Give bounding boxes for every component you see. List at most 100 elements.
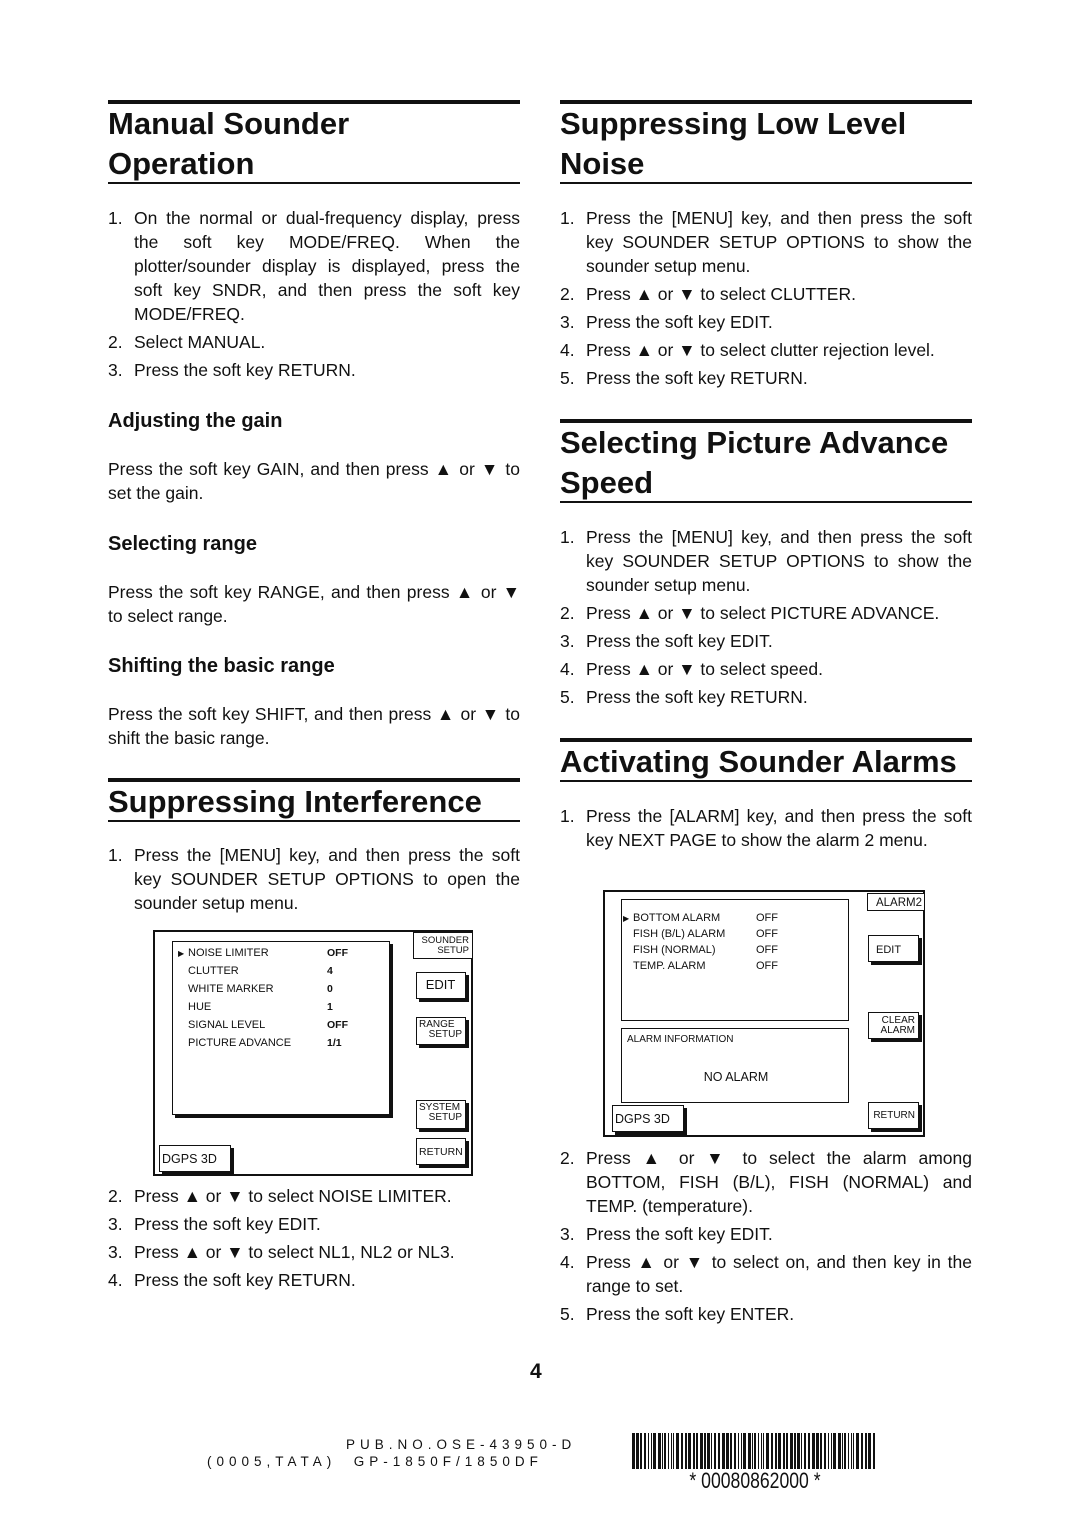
step-text: Press the soft key EDIT. [586, 631, 773, 651]
menu-item-value: 1/1 [327, 1037, 342, 1049]
step-text: Press the [MENU] key, and then press the… [586, 208, 972, 276]
step-text: Select MANUAL. [134, 332, 266, 352]
shift-text: Press the soft key SHIFT, and then press… [108, 704, 520, 748]
step-item: 2. Press ▲ or ▼ to select PICTURE ADVANCE… [560, 601, 972, 625]
return-soft-key[interactable]: RETURN [416, 1138, 466, 1165]
step-number: 3. [108, 1214, 123, 1234]
system-setup-soft-key[interactable]: SYSTEM SETUP [416, 1100, 466, 1129]
barcode-bar [671, 1433, 672, 1469]
barcode-bar [873, 1433, 875, 1469]
barcode-bar [688, 1433, 691, 1469]
menu-item-label[interactable]: CLUTTER [188, 965, 239, 978]
step-item: 2. Press ▲ or ▼ to select NOISE LIMITER. [108, 1184, 520, 1208]
barcode-bar [704, 1433, 706, 1469]
interference-steps-continued: 2. Press ▲ or ▼ to select NOISE LIMITER. 3… [108, 1184, 520, 1296]
barcode-bar [658, 1433, 661, 1469]
barcode-bar [734, 1433, 736, 1469]
barcode-bar [804, 1433, 806, 1469]
step-item: 1. Press the [ALARM] key, and then press … [560, 804, 972, 852]
step-item: 2. Press ▲ or ▼ to select CLUTTER. [560, 282, 972, 306]
barcode-bar [668, 1433, 669, 1469]
edit-soft-key[interactable]: EDIT [416, 972, 466, 999]
range-setup-soft-key[interactable]: RANGE SETUP [416, 1017, 466, 1045]
barcode-bar [752, 1433, 753, 1469]
menu-item-label[interactable]: FISH (NORMAL) [633, 944, 716, 957]
sounder-setup-screen: ▶ NOISE LIMITER OFF CLUTTER 4 WHITE MARKER 0 HU… [153, 930, 473, 1176]
step-text: On the normal or dual-frequency display,… [134, 208, 520, 324]
label-line: ALARM [880, 1025, 915, 1036]
barcode-bar [775, 1433, 777, 1469]
label-line: SETUP [428, 1112, 462, 1123]
barcode-bar [842, 1433, 843, 1469]
barcode-bar [700, 1433, 703, 1469]
manual-steps: 1. On the normal or dual-frequency displa… [108, 206, 520, 386]
barcode-bar [812, 1433, 815, 1469]
menu-item-label[interactable]: NOISE LIMITER [188, 947, 269, 960]
menu-item-value: OFF [756, 912, 778, 924]
step-number: 4. [560, 659, 575, 679]
menu-item-label[interactable]: SIGNAL LEVEL [188, 1019, 265, 1032]
step-text: Press ▲ or ▼ to select NOISE LIMITER. [134, 1186, 452, 1206]
barcode-bar [816, 1433, 819, 1469]
barcode-bar [771, 1433, 773, 1469]
barcode-bar [741, 1433, 742, 1469]
edit-soft-key[interactable]: EDIT [868, 935, 919, 962]
barcode-bar [758, 1433, 759, 1469]
step-text: Press the soft key RETURN. [134, 1270, 356, 1290]
menu-item-label[interactable]: PICTURE ADVANCE [188, 1037, 291, 1050]
barcode-bar [632, 1433, 635, 1469]
step-number: 3. [108, 360, 123, 380]
barcode-bar [664, 1433, 666, 1469]
step-item: 5. Press the soft key RETURN. [560, 366, 972, 390]
gain-text: Press the soft key GAIN, and then press … [108, 459, 520, 503]
interference-steps: 1. Press the [MENU] key, and then press t… [108, 843, 520, 919]
return-soft-key[interactable]: RETURN [868, 1102, 919, 1129]
clear-alarm-soft-key[interactable]: CLEAR ALARM [868, 1012, 919, 1039]
menu-item-value: 4 [327, 965, 333, 977]
step-number: 4. [560, 1252, 575, 1272]
menu-item-label[interactable]: BOTTOM ALARM [633, 912, 720, 925]
step-item: 3. Press ▲ or ▼ to select NL1, NL2 or NL3… [108, 1240, 520, 1264]
barcode-bar [676, 1433, 679, 1469]
barcode-bar [738, 1433, 739, 1469]
barcode-bar [722, 1433, 725, 1469]
step-number: 1. [108, 208, 123, 228]
step-number: 2. [560, 603, 575, 623]
menu-item-label[interactable]: FISH (B/L) ALARM [633, 928, 725, 941]
step-item: 3. Press the soft key EDIT. [560, 310, 972, 334]
menu-item-value: OFF [756, 960, 778, 972]
heading-line: Noise [560, 146, 645, 181]
step-number: 2. [560, 1148, 575, 1168]
step-text: Press the [ALARM] key, and then press th… [586, 806, 972, 850]
menu-item-label[interactable]: HUE [188, 1001, 211, 1014]
step-text: Press the soft key RETURN. [586, 687, 808, 707]
menu-item-label[interactable]: WHITE MARKER [188, 983, 274, 996]
step-text: Press the soft key RETURN. [134, 360, 356, 380]
step-text: Press ▲ or ▼ to select on, and then key … [586, 1252, 972, 1296]
menu-item-label[interactable]: TEMP. ALARM [633, 960, 706, 973]
barcode-bar [801, 1433, 802, 1469]
step-item: 2. Press ▲ or ▼ to select the alarm among… [560, 1146, 972, 1218]
barcode-bar [743, 1433, 746, 1469]
step-number: 5. [560, 368, 575, 388]
step-item: 4. Press ▲ or ▼ to select speed. [560, 657, 972, 681]
barcode-bar [820, 1433, 822, 1469]
low-noise-steps: 1. Press the [MENU] key, and then press t… [560, 206, 972, 394]
step-text: Press the soft key EDIT. [586, 312, 773, 332]
alarm2-title: ALARM2 [867, 893, 925, 911]
heading-suppressing-low-level-noise: Suppressing Low Level Noise [560, 100, 972, 184]
menu-item-value: OFF [327, 947, 348, 959]
barcode-bar [831, 1433, 832, 1469]
step-number: 5. [560, 687, 575, 707]
heading-manual-sounder-operation: Manual Sounder Operation [108, 100, 520, 184]
alarm2-screen: ▶ BOTTOM ALARM OFF FISH (B/L) ALARM OFF FISH … [603, 890, 925, 1137]
barcode-bar [763, 1433, 764, 1469]
barcode-bar [838, 1433, 841, 1469]
step-text: Press the [MENU] key, and then press the… [134, 845, 520, 913]
subheading-range: Selecting range [108, 533, 257, 555]
barcode-bar [651, 1433, 652, 1469]
heading-suppressing-interference: Suppressing Interference [108, 778, 520, 822]
alarm-steps-continued: 2. Press ▲ or ▼ to select the alarm among… [560, 1146, 972, 1330]
step-item: 3. Press the soft key RETURN. [108, 358, 520, 382]
model-number: (0005,TATA) GP-1850F/1850DF [207, 1454, 543, 1469]
